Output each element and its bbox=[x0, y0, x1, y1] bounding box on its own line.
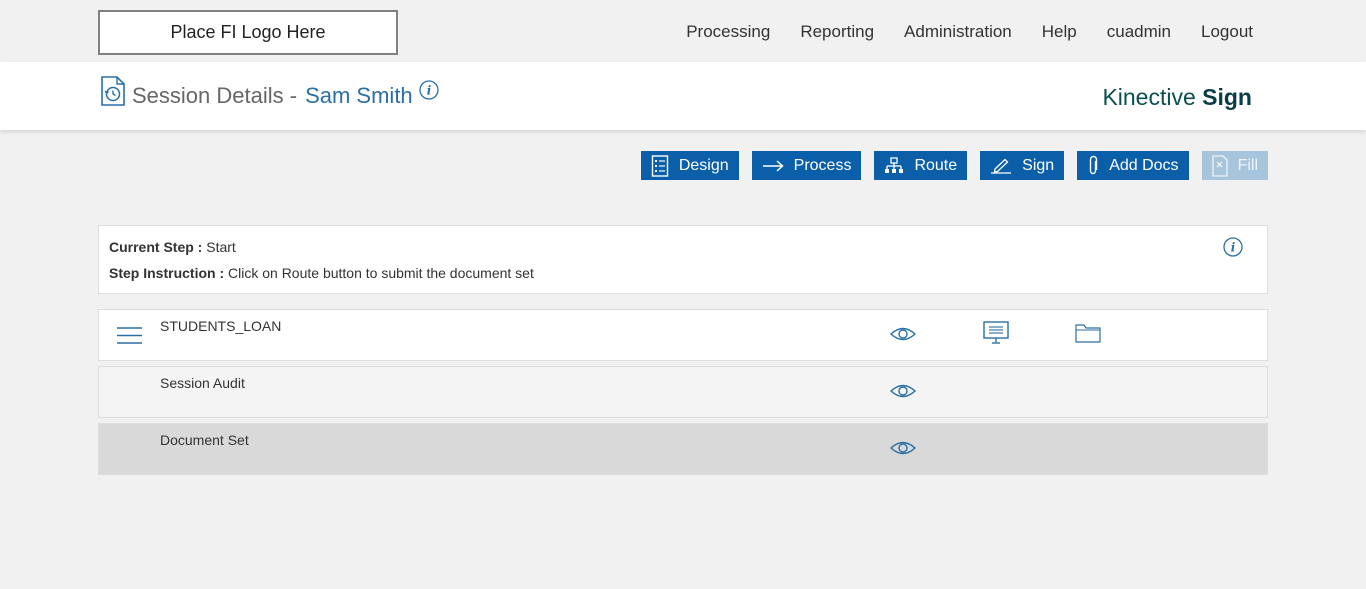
step-instruction: Step Instruction : Click on Route button… bbox=[109, 265, 534, 281]
nav-reporting[interactable]: Reporting bbox=[800, 22, 874, 42]
brand-bold: Sign bbox=[1202, 84, 1252, 110]
svg-text:i: i bbox=[427, 84, 432, 98]
pen-icon bbox=[990, 158, 1012, 174]
process-label: Process bbox=[793, 156, 852, 174]
paperclip-icon bbox=[1087, 155, 1099, 177]
org-chart-icon bbox=[884, 156, 904, 175]
top-bar: Place FI Logo Here Processing Reporting … bbox=[0, 0, 1366, 62]
nav-processing[interactable]: Processing bbox=[686, 22, 770, 42]
step-instruction-value: Click on Route button to submit the docu… bbox=[224, 265, 534, 281]
process-button[interactable]: Process bbox=[751, 151, 862, 180]
eye-icon[interactable] bbox=[889, 383, 917, 404]
folder-icon[interactable] bbox=[1075, 323, 1101, 348]
brand-logo: Kinective Sign bbox=[1102, 84, 1252, 111]
svg-text:i: i bbox=[1231, 241, 1236, 255]
nav-administration[interactable]: Administration bbox=[904, 22, 1012, 42]
document-name: STUDENTS_LOAN bbox=[160, 318, 282, 334]
step-panel: Current Step : Start Step Instruction : … bbox=[98, 225, 1268, 294]
menu-icon[interactable] bbox=[117, 327, 142, 344]
sign-label: Sign bbox=[1022, 156, 1055, 174]
eye-icon[interactable] bbox=[889, 440, 917, 461]
top-nav: Processing Reporting Administration Help… bbox=[686, 22, 1253, 42]
info-icon[interactable]: i bbox=[1223, 237, 1243, 257]
brand-light: Kinective bbox=[1102, 84, 1203, 110]
list-item[interactable]: Session Audit bbox=[98, 366, 1268, 418]
list-doc-icon bbox=[651, 154, 669, 177]
action-toolbar: Design Process Route Sign Add Docs Fill bbox=[640, 151, 1268, 180]
route-button[interactable]: Route bbox=[874, 151, 968, 180]
page-header: Session Details - Sam Smith i Kinective S… bbox=[0, 62, 1366, 130]
list-item[interactable]: STUDENTS_LOAN bbox=[98, 309, 1268, 361]
nav-user[interactable]: cuadmin bbox=[1107, 22, 1171, 42]
fill-button[interactable]: Fill bbox=[1201, 151, 1268, 180]
route-label: Route bbox=[914, 156, 958, 174]
arrow-right-icon bbox=[762, 159, 784, 173]
fill-label: Fill bbox=[1237, 156, 1258, 174]
document-name: Session Audit bbox=[160, 375, 245, 391]
monitor-icon[interactable] bbox=[983, 321, 1009, 350]
logo-placeholder: Place FI Logo Here bbox=[98, 10, 398, 55]
page-title: Session Details - Sam Smith bbox=[132, 83, 413, 109]
design-button[interactable]: Design bbox=[640, 151, 739, 180]
history-doc-icon bbox=[100, 76, 126, 106]
nav-help[interactable]: Help bbox=[1042, 22, 1077, 42]
current-step-label: Current Step : bbox=[109, 239, 203, 255]
add-docs-button[interactable]: Add Docs bbox=[1077, 151, 1189, 180]
eye-icon[interactable] bbox=[889, 326, 917, 347]
doc-x-icon bbox=[1211, 154, 1228, 177]
nav-logout[interactable]: Logout bbox=[1201, 22, 1253, 42]
document-name: Document Set bbox=[160, 432, 249, 448]
add-docs-label: Add Docs bbox=[1109, 156, 1179, 174]
current-step-value: Start bbox=[202, 239, 236, 255]
design-label: Design bbox=[678, 156, 729, 174]
session-user-name: Sam Smith bbox=[305, 83, 413, 108]
current-step: Current Step : Start bbox=[109, 239, 236, 255]
info-icon[interactable]: i bbox=[419, 80, 439, 100]
sign-button[interactable]: Sign bbox=[980, 151, 1065, 180]
list-item[interactable]: Document Set bbox=[98, 423, 1268, 475]
page-title-prefix: Session Details - bbox=[132, 83, 298, 108]
step-instruction-label: Step Instruction : bbox=[109, 265, 225, 281]
